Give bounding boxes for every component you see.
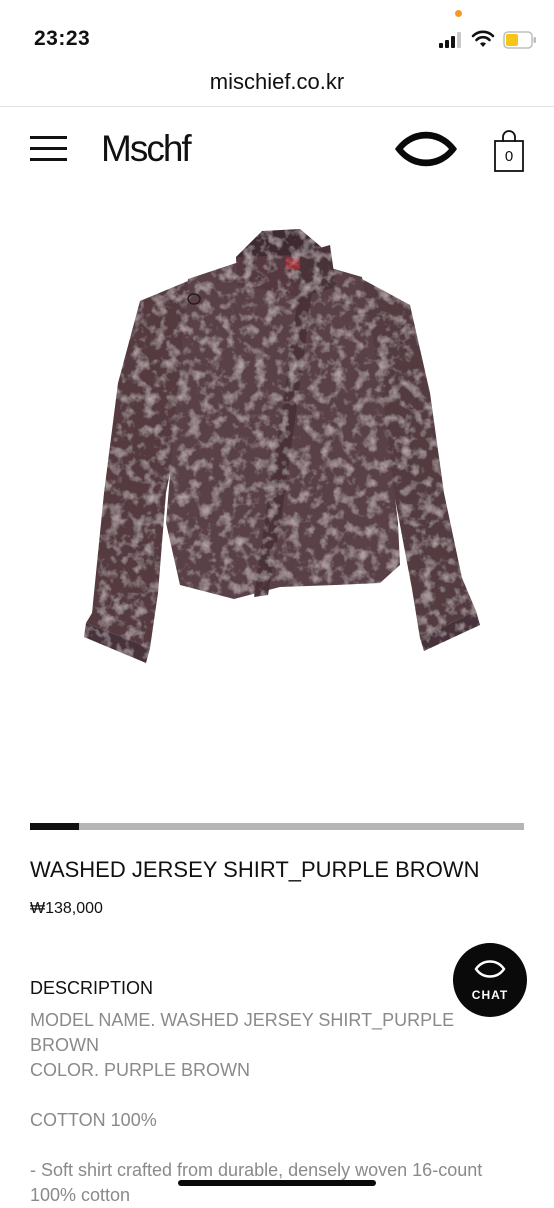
eye-logo-icon[interactable]	[393, 128, 459, 170]
privacy-indicator-dot	[455, 10, 462, 17]
description-line: 100% cotton	[30, 1185, 131, 1205]
description-line: COTTON 100%	[30, 1110, 157, 1130]
shirt-illustration	[84, 229, 480, 663]
status-time: 23:23	[34, 27, 91, 50]
gallery-progress-fill	[30, 823, 80, 830]
menu-icon[interactable]	[30, 136, 67, 162]
description-line	[30, 1133, 500, 1158]
description-body: MODEL NAME. WASHED JERSEY SHIRT_PURPLE B…	[30, 1008, 500, 1208]
description-line: BROWN	[30, 1035, 99, 1055]
description-line: MODEL NAME. WASHED JERSEY SHIRT_PURPLE	[30, 1010, 455, 1030]
product-price: ₩138,000	[30, 900, 103, 917]
chat-label: CHAT	[471, 988, 509, 1002]
description-heading: DESCRIPTION	[30, 978, 154, 998]
browser-address-bar[interactable]: mischief.co.kr	[0, 60, 554, 107]
cellular-signal-icon	[439, 32, 461, 48]
site-logo[interactable]: Mschf	[101, 128, 192, 170]
wifi-icon	[471, 30, 495, 47]
status-bar: 23:23	[0, 0, 554, 60]
home-indicator[interactable]	[178, 1180, 376, 1186]
cart-count: 0	[504, 148, 514, 165]
chat-eye-icon	[474, 960, 506, 978]
gallery-progress-bar[interactable]	[30, 823, 524, 830]
site-header: Mschf 0	[0, 107, 554, 193]
shopping-bag-icon[interactable]: 0	[493, 128, 525, 174]
product-title: WASHED JERSEY SHIRT_PURPLE BROWN	[30, 857, 480, 882]
description-line	[30, 1083, 500, 1108]
chat-button[interactable]: CHAT	[453, 943, 527, 1017]
description-line: COLOR. PURPLE BROWN	[30, 1060, 251, 1080]
battery-icon	[503, 31, 536, 49]
url-text[interactable]: mischief.co.kr	[0, 69, 554, 95]
product-image[interactable]	[0, 193, 554, 793]
